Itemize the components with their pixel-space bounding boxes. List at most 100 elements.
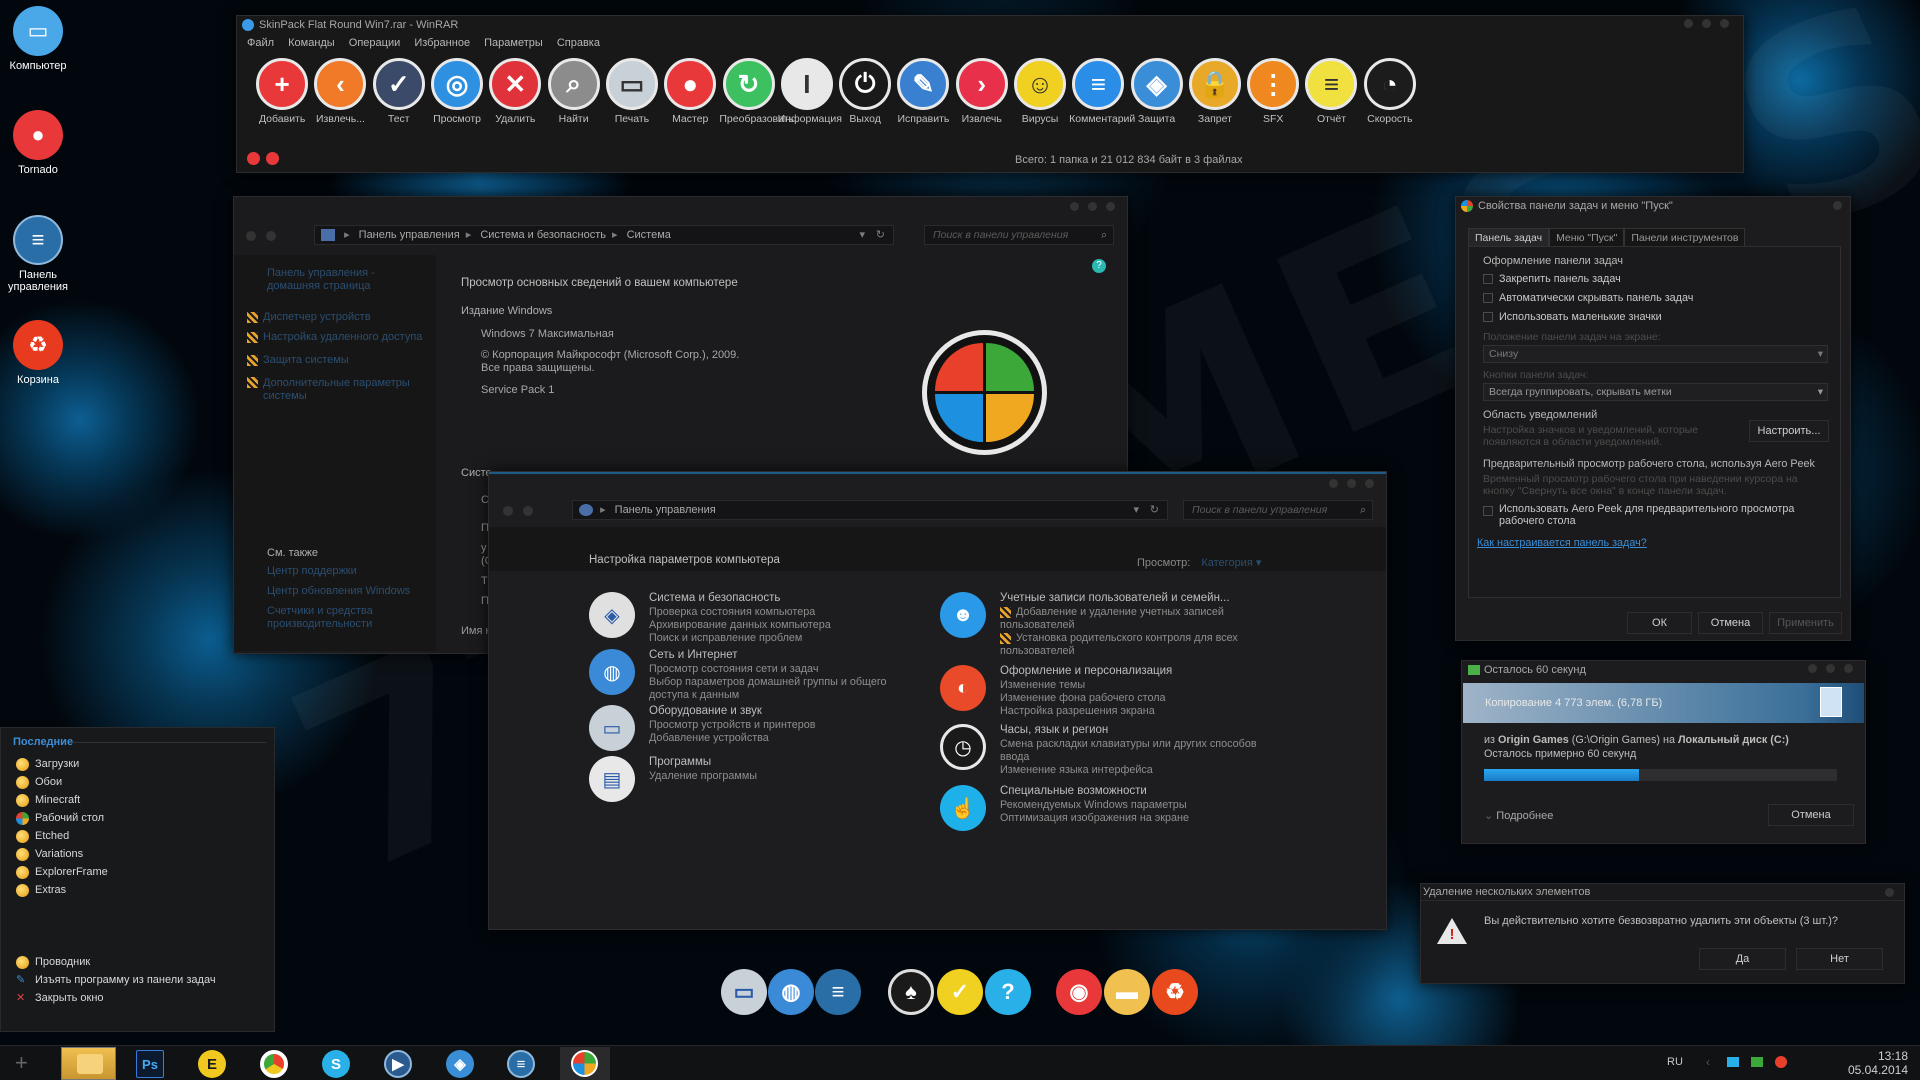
- check-lock[interactable]: Закрепить панель задач: [1483, 273, 1621, 285]
- category-title[interactable]: Система и безопасность: [649, 592, 831, 604]
- category-link[interactable]: Удаление программы: [649, 770, 757, 783]
- toolbar-button-13[interactable]: › Извлечь: [953, 58, 1011, 125]
- link-performance[interactable]: Счетчики и средства производительности: [267, 605, 417, 631]
- menu-help[interactable]: Справка: [557, 37, 600, 49]
- toolbar-button-3[interactable]: ✓ Тест: [370, 58, 428, 125]
- recent-item[interactable]: Extras: [16, 881, 266, 899]
- tab-taskbar[interactable]: Панель задач: [1468, 228, 1550, 246]
- e-app-icon[interactable]: E: [198, 1050, 226, 1078]
- recent-item[interactable]: ExplorerFrame: [16, 863, 266, 881]
- toolbar-button-7[interactable]: ▭ Печать: [603, 58, 661, 125]
- category-link[interactable]: Просмотр состояния сети и задач: [649, 663, 919, 676]
- unpin-item[interactable]: ✎ Изъять программу из панели задач: [16, 971, 266, 989]
- dock-network-icon[interactable]: ◍: [768, 969, 814, 1015]
- tab-start-menu[interactable]: Меню "Пуск": [1549, 228, 1625, 246]
- minimize-button[interactable]: [1808, 664, 1817, 673]
- clock[interactable]: 13:18 05.04.2014: [1808, 1049, 1908, 1077]
- help-icon[interactable]: ?: [1092, 259, 1106, 273]
- toolbar-button-10[interactable]: I Информация: [778, 58, 842, 125]
- category-link[interactable]: Выбор параметров домашней группы и общег…: [649, 676, 919, 702]
- ok-button[interactable]: ОК: [1627, 612, 1692, 634]
- view-select[interactable]: Категория: [1201, 557, 1252, 569]
- toolbar-button-11[interactable]: ⏻ Выход: [836, 58, 894, 125]
- category-link[interactable]: Проверка состояния компьютера: [649, 606, 831, 619]
- destination-name[interactable]: Локальный диск (C:): [1678, 734, 1789, 746]
- breadcrumb-item[interactable]: Панель управления: [615, 504, 716, 516]
- dock-recycle-icon[interactable]: ♻: [1152, 969, 1198, 1015]
- close-button[interactable]: [1844, 664, 1853, 673]
- toolbar-button-20[interactable]: ◔ Скорость: [1361, 58, 1419, 125]
- maximize-button[interactable]: [1088, 202, 1097, 211]
- category-link[interactable]: Настройка разрешения экрана: [1000, 705, 1172, 718]
- drive-icon[interactable]: [247, 152, 260, 165]
- menu-options[interactable]: Параметры: [484, 37, 543, 49]
- menu-favorites[interactable]: Избранное: [414, 37, 470, 49]
- check-aero-peek[interactable]: Использовать Aero Peek для предварительн…: [1483, 503, 1833, 527]
- volume-icon[interactable]: [1775, 1056, 1787, 1068]
- toolbar-button-8[interactable]: ● Мастер: [661, 58, 719, 125]
- recent-item[interactable]: Рабочий стол: [16, 809, 266, 827]
- chevron-down-icon[interactable]: ▾: [1133, 501, 1139, 519]
- back-button[interactable]: [503, 506, 513, 516]
- close-button[interactable]: [1106, 202, 1115, 211]
- address-bar[interactable]: ▸ Панель управления ▾ ↻: [572, 500, 1168, 520]
- toolbar-button-12[interactable]: ✎ Исправить: [894, 58, 952, 125]
- category-link[interactable]: Оптимизация изображения на экране: [1000, 812, 1189, 825]
- desktop-icon-tornado[interactable]: ● Tornado: [1, 110, 75, 176]
- toolbar-button-5[interactable]: ✕ Удалить: [486, 58, 544, 125]
- check-autohide[interactable]: Автоматически скрывать панель задач: [1483, 292, 1693, 304]
- menu-commands[interactable]: Команды: [288, 37, 335, 49]
- chevron-down-icon[interactable]: ▾: [859, 226, 865, 244]
- category-title[interactable]: Сеть и Интернет: [649, 649, 919, 661]
- category-link[interactable]: Изменение темы: [1000, 679, 1172, 692]
- category-link[interactable]: Добавление устройства: [649, 732, 816, 745]
- toolbar-button-18[interactable]: ⋮ SFX: [1244, 58, 1302, 125]
- close-button[interactable]: [1885, 888, 1894, 897]
- category-title[interactable]: Специальные возможности: [1000, 785, 1189, 797]
- dock-help-icon[interactable]: ?: [985, 969, 1031, 1015]
- yes-button[interactable]: Да: [1699, 948, 1786, 970]
- category-icon[interactable]: ▤: [589, 756, 635, 802]
- category-link[interactable]: Архивирование данных компьютера: [649, 619, 831, 632]
- menu-operations[interactable]: Операции: [349, 37, 400, 49]
- checkbox[interactable]: [1483, 274, 1493, 285]
- tab-toolbars[interactable]: Панели инструментов: [1624, 228, 1746, 246]
- refresh-icon[interactable]: ↻: [1150, 501, 1159, 519]
- skype-icon[interactable]: S: [322, 1050, 350, 1078]
- search-icon[interactable]: ⌕: [1101, 226, 1107, 244]
- dock-media-icon[interactable]: ◉: [1056, 969, 1102, 1015]
- forward-button[interactable]: [523, 506, 533, 516]
- language-indicator[interactable]: RU: [1667, 1056, 1683, 1068]
- category-icon[interactable]: ▭: [589, 705, 635, 751]
- toolbar-button-2[interactable]: ‹ Извлечь...: [311, 58, 369, 125]
- category-title[interactable]: Часы, язык и регион: [1000, 724, 1270, 736]
- cancel-button[interactable]: Отмена: [1698, 612, 1763, 634]
- task-remote[interactable]: Настройка удаленного доступа: [247, 331, 432, 354]
- category-title[interactable]: Оборудование и звук: [649, 705, 816, 717]
- recent-item[interactable]: Загрузки: [16, 755, 266, 773]
- taskbar-windows[interactable]: [560, 1047, 610, 1080]
- tray-expand-icon[interactable]: ‹: [1706, 1055, 1710, 1069]
- desktop-icon-control-panel[interactable]: ≡ Панель управления: [1, 215, 75, 293]
- search-input[interactable]: Поиск в панели управления ⌕: [924, 225, 1114, 245]
- more-details[interactable]: ⌄ Подробнее: [1484, 809, 1553, 822]
- pinned-app[interactable]: Проводник: [16, 953, 266, 971]
- address-bar[interactable]: ▸ Панель управления ▸ Система и безопасно…: [314, 225, 894, 245]
- recent-item[interactable]: Обои: [16, 773, 266, 791]
- photoshop-icon[interactable]: Ps: [136, 1050, 164, 1078]
- category-link[interactable]: Изменение языка интерфейса: [1000, 764, 1270, 777]
- category-link[interactable]: Установка родительского контроля для все…: [1000, 632, 1270, 658]
- toolbar-button-17[interactable]: 🔒 Запрет: [1186, 58, 1244, 125]
- chrome-icon[interactable]: [260, 1050, 288, 1078]
- minimize-button[interactable]: [1684, 19, 1693, 28]
- breadcrumb-item[interactable]: Панель управления: [359, 229, 460, 241]
- menu-file[interactable]: Файл: [247, 37, 274, 49]
- task-protection[interactable]: Защита системы: [247, 354, 432, 377]
- dock-drive-icon[interactable]: ▭: [721, 969, 767, 1015]
- category-link[interactable]: Смена раскладки клавиатуры или других сп…: [1000, 738, 1270, 764]
- desktop-icon-computer[interactable]: ▭ Компьютер: [1, 6, 75, 72]
- category-icon[interactable]: ◈: [589, 592, 635, 638]
- source-name[interactable]: Origin Games: [1498, 734, 1569, 746]
- toolbar-button-6[interactable]: ⌕ Найти: [544, 58, 602, 125]
- back-button[interactable]: [246, 231, 256, 241]
